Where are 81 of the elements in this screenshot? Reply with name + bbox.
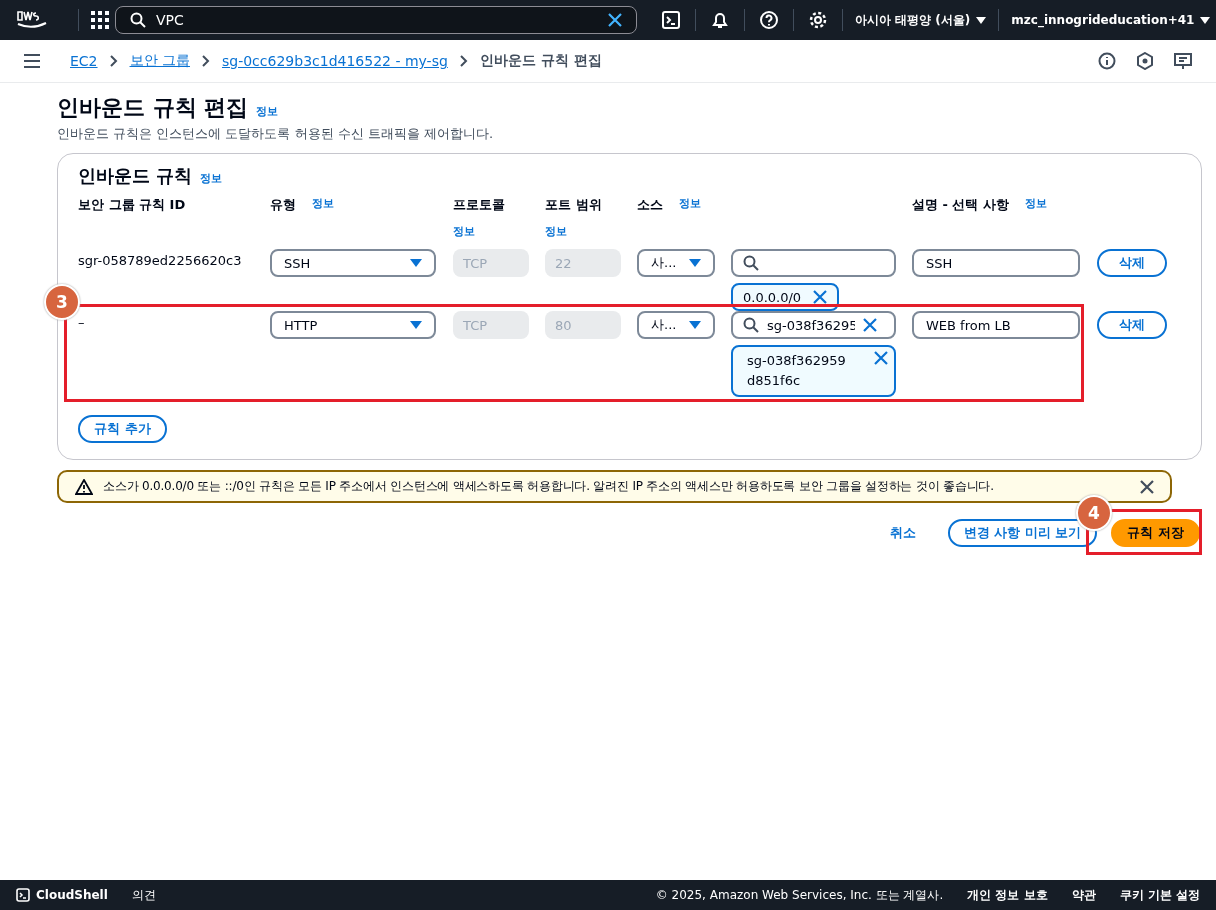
feedback-screen-icon[interactable]	[1174, 52, 1192, 70]
cancel-button[interactable]: 취소	[883, 523, 922, 543]
port-range-field: 80	[545, 311, 621, 339]
rule-id: sgr-058789ed2256620c3	[78, 252, 243, 268]
panel-title: 인바운드 규칙	[78, 164, 193, 188]
copyright-text: © 2025, Amazon Web Services, Inc. 또는 계열사.	[655, 886, 944, 904]
warning-text: 소스가 0.0.0.0/0 또는 ::/0인 규칙은 모든 IP 주소에서 인스턴스에 액세스하도록 허용합니다. 알려진 IP 주소의 액세스만 허용하도록 보안 그룹을 설정하는 것이 좋습니다.	[103, 478, 995, 495]
info-link[interactable]: 정보	[200, 171, 223, 186]
port-range-field: 22	[545, 249, 621, 277]
breadcrumb-link[interactable]: 보안 그룹	[129, 52, 190, 70]
chevron-right-icon	[109, 55, 118, 67]
caret-down-icon	[410, 258, 422, 268]
menu-icon[interactable]	[24, 54, 40, 68]
warning-icon	[75, 478, 93, 495]
close-icon[interactable]	[863, 318, 877, 332]
aws-logo[interactable]	[16, 9, 48, 31]
apps-grid-icon[interactable]	[91, 11, 109, 29]
footer-link[interactable]: 쿠키 기본 설정	[1119, 886, 1200, 904]
description-field[interactable]: SSH	[912, 249, 1080, 277]
search-icon	[743, 317, 759, 333]
type-select[interactable]: SSH	[270, 249, 436, 277]
source-type-select[interactable]: 사...	[637, 311, 715, 339]
feedback-link[interactable]: 의견	[131, 886, 156, 904]
add-rule-button[interactable]: 규칙 추가	[78, 415, 167, 443]
chevron-right-icon	[202, 55, 210, 67]
column-header: 소스	[637, 196, 663, 214]
breadcrumb-link[interactable]: sg-0cc629b3c1d416522 - my-sg	[222, 53, 448, 69]
source-token: sg-038f362959d851f6c	[731, 345, 896, 397]
info-icon[interactable]	[1098, 52, 1116, 70]
footer-link[interactable]: 개인 정보 보호	[967, 886, 1048, 904]
caret-down-icon	[410, 320, 422, 330]
breadcrumb-link[interactable]: EC2	[70, 53, 98, 69]
terminal-icon	[16, 888, 30, 902]
info-link[interactable]: 정보	[256, 104, 279, 119]
close-icon[interactable]	[874, 351, 888, 365]
page-title: 인바운드 규칙 편집	[57, 94, 249, 122]
chevron-right-icon	[459, 55, 468, 67]
close-icon[interactable]	[1140, 479, 1154, 494]
column-header: 설명 - 선택 사항	[912, 196, 1009, 214]
breadcrumb-current: 인바운드 규칙 편집	[479, 52, 602, 70]
source-search-field[interactable]	[731, 249, 896, 277]
type-select[interactable]: HTTP	[270, 311, 436, 339]
info-link[interactable]: 정보	[545, 224, 637, 239]
footer-link[interactable]: 약관	[1071, 886, 1096, 904]
info-link[interactable]: 정보	[312, 196, 334, 214]
search-field[interactable]: VPC	[115, 6, 637, 34]
search-icon	[130, 12, 146, 28]
protocol-field: TCP	[453, 249, 529, 277]
save-rules-button[interactable]: 규칙 저장	[1111, 519, 1200, 547]
region-menu[interactable]: 아시아 태평양 (서울)	[855, 11, 987, 29]
account-menu[interactable]: mzc_innogrideducation+41	[1011, 13, 1211, 27]
delete-button[interactable]: 삭제	[1097, 311, 1167, 339]
info-link[interactable]: 정보	[679, 196, 701, 214]
caret-down-icon	[689, 320, 701, 330]
caret-down-icon	[689, 258, 701, 268]
step-badge: 3	[44, 284, 80, 320]
caret-down-icon	[1200, 16, 1211, 24]
close-icon[interactable]	[608, 13, 622, 27]
source-type-select[interactable]: 사...	[637, 249, 715, 277]
column-header: 포트 범위	[545, 196, 602, 214]
source-token: 0.0.0.0/0	[731, 283, 839, 311]
info-link[interactable]: 정보	[1025, 196, 1047, 214]
caret-down-icon	[976, 16, 987, 24]
column-header: 보안 그룹 규칙 ID	[78, 196, 186, 214]
hexagon-icon[interactable]	[1136, 52, 1154, 70]
rule-id: –	[78, 311, 270, 330]
help-icon[interactable]	[759, 10, 779, 30]
notification-bell-icon[interactable]	[710, 10, 730, 30]
info-link[interactable]: 정보	[453, 224, 545, 239]
description-field[interactable]: WEB from LB	[912, 311, 1080, 339]
search-icon	[743, 255, 759, 271]
terminal-icon[interactable]	[661, 10, 681, 30]
page-description: 인바운드 규칙은 인스턴스에 도달하도록 허용된 수신 트래픽을 제어합니다.	[57, 125, 495, 143]
preview-changes-button[interactable]: 변경 사항 미리 보기	[947, 519, 1098, 547]
cloudshell-link[interactable]: CloudShell	[16, 888, 108, 902]
column-header: 프로토콜	[453, 196, 505, 214]
protocol-field: TCP	[453, 311, 529, 339]
column-header: 유형	[270, 196, 296, 214]
close-icon[interactable]	[813, 290, 827, 304]
delete-button[interactable]: 삭제	[1097, 249, 1167, 277]
settings-icon[interactable]	[808, 10, 828, 30]
